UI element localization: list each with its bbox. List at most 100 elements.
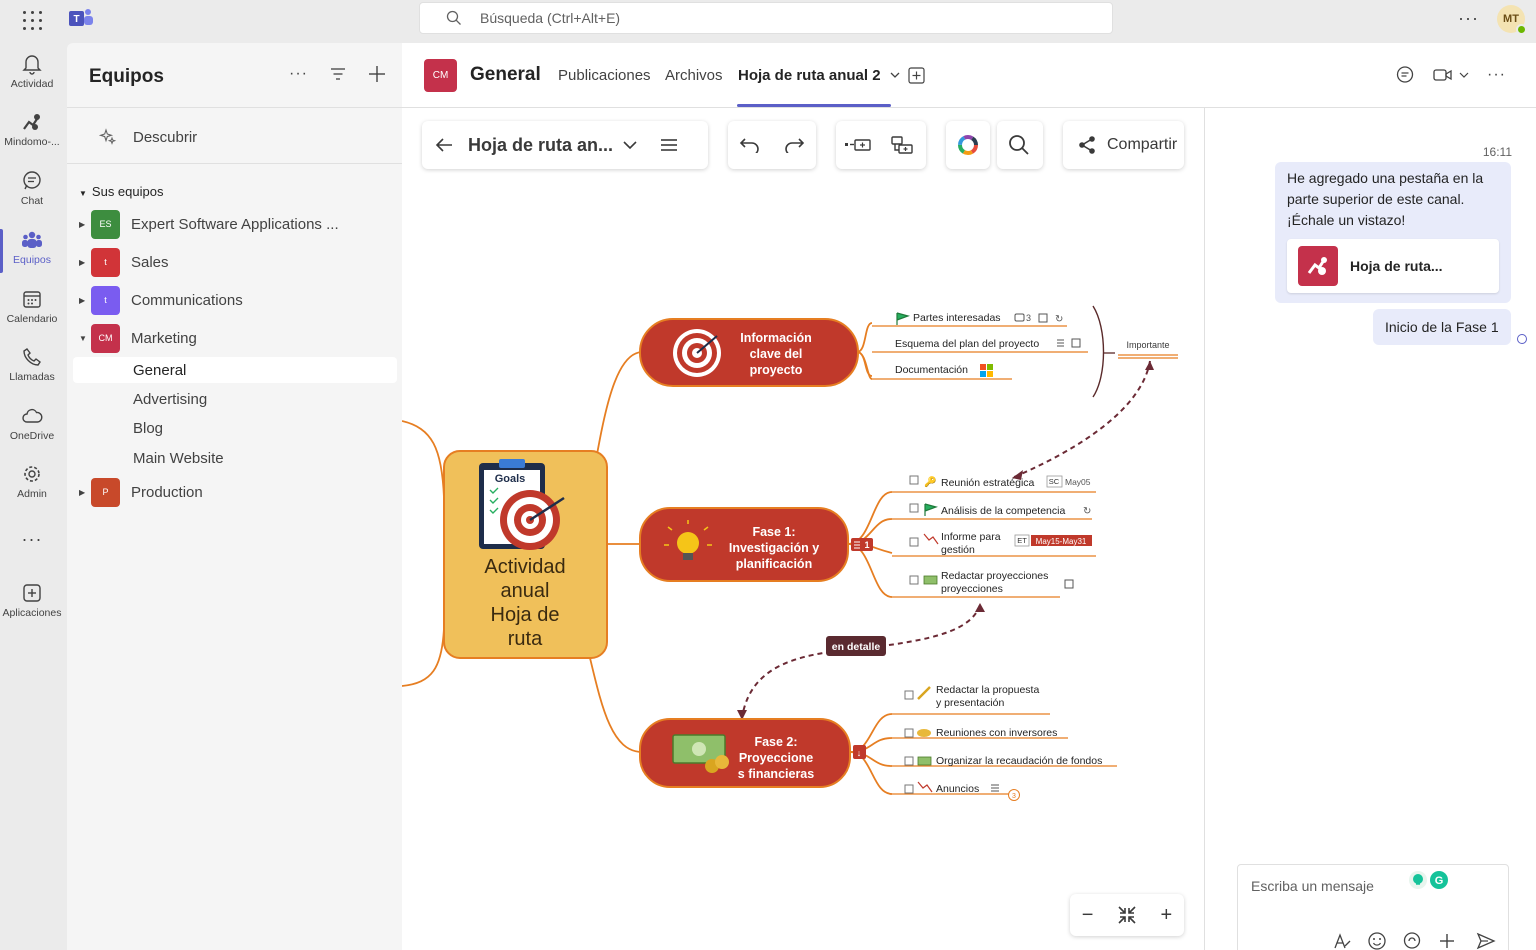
leaf-reunion-estrategica[interactable]: 🔑 Reunión estratégica SC May05 [909, 475, 1091, 489]
rail-item-calls[interactable]: Llamadas [0, 346, 64, 383]
active-channel-highlight [73, 357, 397, 383]
svg-text:proyecciones: proyecciones [941, 583, 1003, 595]
channel-main-website[interactable]: Main Website [133, 450, 224, 467]
header-actions: ··· [1395, 65, 1506, 85]
leaf-redactar-proyecciones[interactable]: Redactar proyecciones proyecciones [909, 570, 1074, 595]
rail-item-chat[interactable]: Chat [0, 170, 64, 207]
search-bar[interactable]: Búsqueda (Ctrl+Alt+E) [419, 2, 1113, 34]
task-list-badge[interactable]: 1 [851, 538, 873, 551]
add-icon[interactable] [368, 65, 386, 83]
relationship-line [1011, 360, 1151, 479]
leaf-documentacion[interactable]: Documentación [895, 364, 993, 377]
tab-card[interactable]: Hoja de ruta... [1287, 239, 1499, 293]
message-compose-box[interactable]: Escriba un mensaje G [1237, 864, 1509, 950]
svg-text:T: T [73, 14, 79, 25]
grammarly-icon[interactable]: G [1406, 869, 1452, 891]
rail-item-mindomo[interactable]: Mindomo-... [0, 111, 64, 148]
fit-to-screen-icon[interactable] [1117, 905, 1137, 925]
leaf-analisis-competencia[interactable]: Análisis de la competencia ↻ [909, 503, 1091, 517]
caret-right-icon: ▶ [79, 487, 86, 497]
more-icon[interactable]: ··· [1487, 66, 1506, 84]
team-expert-software[interactable]: ▶ ES Expert Software Applications ... [79, 209, 339, 239]
rail-label: Aplicaciones [2, 607, 62, 619]
more-options-button[interactable]: ··· [1458, 8, 1479, 29]
svg-text:Esquema del plan del proyecto: Esquema del plan del proyecto [895, 338, 1039, 350]
meet-button[interactable] [1433, 67, 1469, 83]
tab-label: Hoja de ruta anual 2 [738, 67, 881, 84]
team-marketing[interactable]: ▼ CM Marketing [79, 323, 197, 353]
leaf-informe-gestion[interactable]: Informe para gestión ET May15-May31 [909, 531, 1092, 556]
important-label[interactable]: Importante [1126, 340, 1169, 350]
team-name: Marketing [131, 329, 197, 347]
svg-text:proyecto: proyecto [750, 363, 803, 377]
channel-advertising[interactable]: Advertising [133, 391, 207, 408]
rail-label: Admin [17, 488, 47, 500]
topic-informacion-clave[interactable]: Información clave del proyecto [639, 318, 859, 387]
collapsed-count-badge[interactable]: 3 [1008, 789, 1020, 801]
leaf-esquema-plan[interactable]: Esquema del plan del proyecto [895, 338, 1081, 350]
chat-reply-message: Inicio de la Fase 1 [1373, 309, 1511, 345]
search-icon [446, 10, 461, 25]
leaf-partes-interesadas[interactable]: Partes interesadas 3 ↻ [896, 312, 1063, 325]
central-topic[interactable]: Goals Actividad anual Hoja de ruta [443, 450, 608, 659]
discover-button[interactable]: Descubrir [99, 128, 197, 146]
mindomo-app-icon [1298, 246, 1338, 286]
app-launcher-icon[interactable] [23, 11, 43, 31]
rail-item-teams[interactable]: Equipos [0, 229, 64, 266]
divider [67, 107, 402, 108]
message-timestamp: 16:11 [1482, 145, 1512, 159]
leaf-anuncios[interactable]: Anuncios [904, 781, 999, 795]
rail-item-apps[interactable]: Aplicaciones [0, 582, 64, 619]
chat-message: He agregado una pestaña en la parte supe… [1275, 162, 1511, 303]
team-production[interactable]: ▶ P Production [79, 477, 203, 507]
user-avatar[interactable]: MT [1497, 5, 1527, 35]
zoom-in-button[interactable]: + [1161, 904, 1173, 927]
team-name: Production [131, 483, 203, 501]
zoom-out-button[interactable]: − [1082, 904, 1094, 927]
mindmap-canvas[interactable]: Hoja de ruta an... Compartir en detalle … [402, 108, 1204, 950]
svg-text:Información: Información [740, 331, 812, 345]
rail-item-calendar[interactable]: Calendario [0, 288, 64, 325]
more-icon[interactable]: ··· [289, 65, 308, 83]
apps-icon [23, 584, 41, 602]
loop-icon[interactable] [1402, 931, 1422, 950]
rail-item-activity[interactable]: Actividad [0, 53, 64, 90]
leaf-organizar-recaudacion[interactable]: Organizar la recaudación de fondos [904, 755, 1102, 767]
svg-text:Informe para: Informe para [941, 531, 1001, 543]
rail-item-admin[interactable]: Admin [0, 463, 64, 500]
leaf-redactar-propuesta[interactable]: Redactar la propuesta y presentación [904, 684, 1039, 709]
search-placeholder: Búsqueda (Ctrl+Alt+E) [480, 10, 621, 26]
svg-text:clave del: clave del [750, 347, 803, 361]
your-teams-header[interactable]: ▼ Sus equipos [79, 184, 163, 199]
rail-item-onedrive[interactable]: OneDrive [0, 405, 64, 442]
rail-more-apps[interactable]: ··· [0, 529, 64, 550]
tab-publicaciones[interactable]: Publicaciones [558, 67, 651, 84]
svg-text:Partes interesadas: Partes interesadas [913, 312, 1001, 324]
channel-blog[interactable]: Blog [133, 420, 163, 437]
topic-fase-2[interactable]: Fase 2: Proyeccione s financieras [639, 718, 851, 788]
tab-hoja-de-ruta[interactable]: Hoja de ruta anual 2 [738, 67, 901, 84]
tab-archivos[interactable]: Archivos [665, 67, 723, 84]
svg-text:Investigación y: Investigación y [729, 541, 819, 555]
sort-badge[interactable]: ↓ [853, 745, 866, 759]
add-icon[interactable] [1437, 931, 1457, 950]
team-sales[interactable]: ▶ t Sales [79, 247, 169, 277]
format-icon[interactable] [1332, 931, 1352, 950]
channel-general[interactable]: General [133, 362, 186, 379]
conversation-icon[interactable] [1395, 65, 1415, 85]
teams-panel: Equipos ··· Descubrir ▼ Sus equipos ▶ ES … [67, 43, 402, 950]
send-icon[interactable] [1476, 931, 1496, 950]
filter-icon[interactable] [330, 67, 346, 81]
emoji-icon[interactable] [1367, 931, 1387, 950]
svg-text:s financieras: s financieras [738, 767, 814, 781]
leaf-reuniones-inversores[interactable]: Reuniones con inversores [904, 727, 1057, 739]
team-communications[interactable]: ▶ t Communications [79, 285, 243, 315]
add-tab-icon[interactable] [908, 67, 925, 84]
team-avatar: ES [91, 209, 120, 239]
message-text: Inicio de la Fase 1 [1385, 319, 1499, 335]
topic-fase-1[interactable]: Fase 1: Investigación y planificación [639, 507, 849, 582]
top-bar: T Búsqueda (Ctrl+Alt+E) ··· MT [0, 0, 1536, 43]
presence-available-icon [1516, 24, 1527, 35]
svg-text:🔑: 🔑 [924, 475, 937, 488]
phone-icon [23, 348, 41, 366]
